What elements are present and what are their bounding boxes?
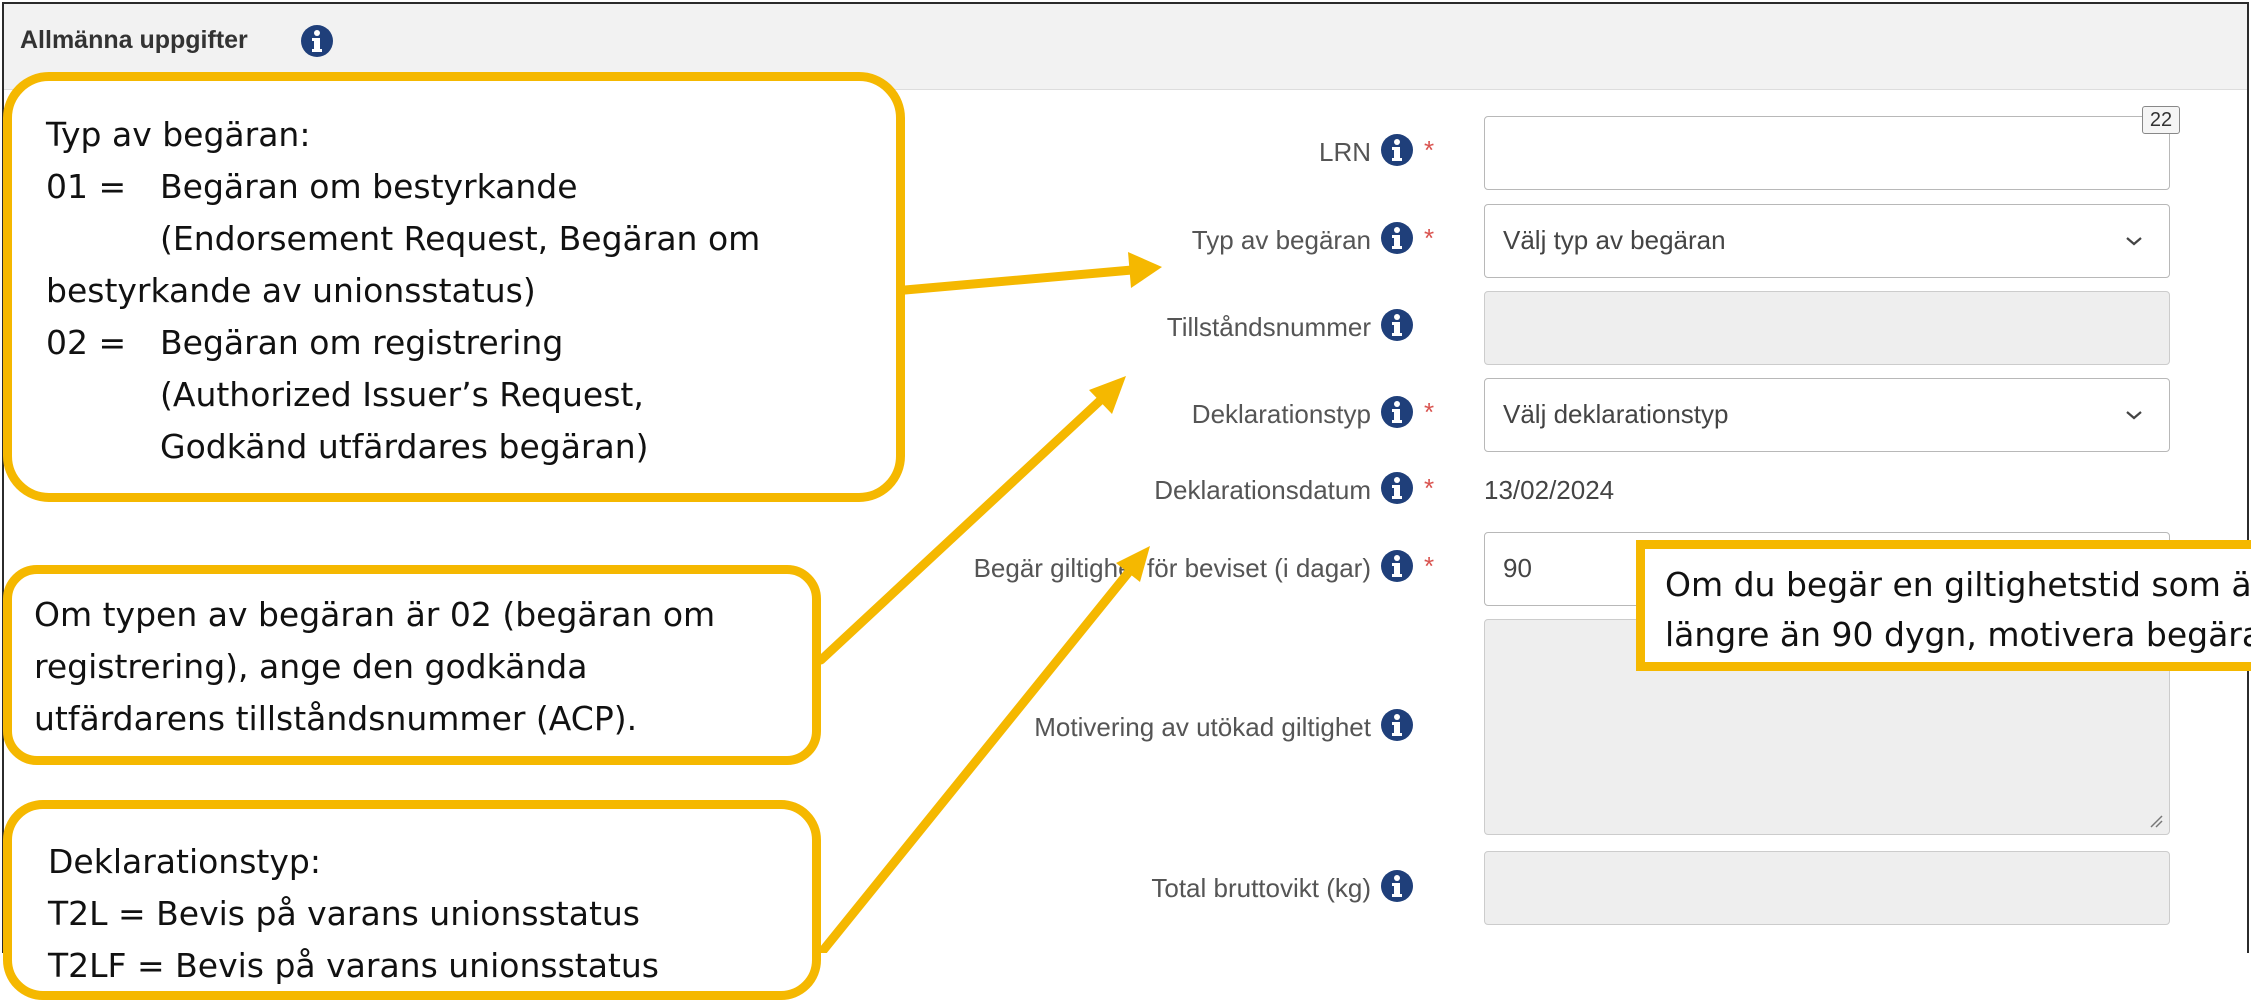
required-marker: *	[1424, 135, 1435, 165]
callout-line: Om typen av begäran är 02 (begäran om	[34, 595, 716, 634]
callout-line: längre än 90 dygn, motivera begära	[1665, 615, 2251, 654]
declaration-date-label: Deklarationsdatum	[1154, 475, 1371, 505]
callout-line: Om du begär en giltighetstid som ä	[1665, 565, 2251, 604]
chevron-down-icon	[2126, 237, 2142, 246]
callout-line: Godkänd utfärdares begäran)	[160, 427, 649, 466]
info-icon[interactable]	[300, 24, 334, 58]
info-icon[interactable]	[1380, 133, 1414, 167]
gross-weight-input[interactable]	[1484, 851, 2170, 925]
callout-line: (Endorsement Request, Begäran om	[160, 219, 761, 258]
callout-line: (Authorized Issuer’s Request,	[160, 375, 644, 414]
validity-days-value: 90	[1503, 553, 1532, 583]
gross-weight-label: Total bruttovikt (kg)	[1151, 873, 1371, 903]
info-icon[interactable]	[1380, 549, 1414, 583]
callout-line: T2L = Bevis på varans unionsstatus	[48, 894, 640, 933]
info-icon[interactable]	[1380, 221, 1414, 255]
permit-number-input[interactable]	[1484, 291, 2170, 365]
callout-line: 01 =	[46, 167, 127, 206]
validity-label: Begär giltighet för beviset (i dagar)	[973, 553, 1371, 583]
info-icon[interactable]	[1380, 308, 1414, 342]
callout-line: Begäran om registrering	[160, 323, 564, 362]
info-icon[interactable]	[1380, 708, 1414, 742]
request-type-select[interactable]: Välj typ av begäran	[1484, 204, 2170, 278]
callout-line: Typ av begäran:	[46, 115, 311, 154]
request-type-selected: Välj typ av begäran	[1503, 225, 1726, 255]
callout-line: 02 =	[46, 323, 127, 362]
request-type-label: Typ av begäran	[1191, 225, 1371, 255]
required-marker: *	[1424, 473, 1435, 503]
callout-line: bestyrkande av unionsstatus)	[46, 271, 536, 310]
lrn-input[interactable]	[1484, 116, 2170, 190]
info-icon[interactable]	[1380, 471, 1414, 505]
callout-permit: Om typen av begäran är 02 (begäran om re…	[3, 565, 821, 765]
info-icon[interactable]	[1380, 869, 1414, 903]
callout-declaration-type: Deklarationstyp: T2L = Bevis på varans u…	[3, 800, 821, 1000]
declaration-date-value: 13/02/2024	[1484, 475, 1615, 505]
callout-line: T2LF = Bevis på varans unionsstatus	[48, 946, 659, 985]
declaration-type-select[interactable]: Välj deklarationstyp	[1484, 378, 2170, 452]
callout-line: utfärdarens tillståndsnummer (ACP).	[34, 699, 638, 738]
callout-request-type: Typ av begäran: 01 = Begäran om bestyrka…	[3, 72, 905, 502]
lrn-label: LRN	[1318, 137, 1371, 167]
motivation-label: Motivering av utökad giltighet	[1034, 712, 1371, 742]
required-marker: *	[1424, 223, 1435, 253]
callout-line: Begäran om bestyrkande	[160, 167, 578, 206]
declaration-type-label: Deklarationstyp	[1191, 399, 1371, 429]
callout-validity: Om du begär en giltighetstid som ä längr…	[1636, 540, 2251, 671]
resize-handle-icon[interactable]	[2147, 812, 2163, 828]
lrn-character-counter: 22	[2142, 106, 2180, 134]
chevron-down-icon	[2126, 411, 2142, 420]
declaration-type-selected: Välj deklarationstyp	[1503, 399, 1729, 429]
section-title: Allmänna uppgifter	[20, 26, 248, 54]
info-icon[interactable]	[1380, 395, 1414, 429]
permit-number-label: Tillståndsnummer	[1166, 312, 1371, 342]
callout-line: registrering), ange den godkända	[34, 647, 588, 686]
callout-line: Deklarationstyp:	[48, 842, 321, 881]
required-marker: *	[1424, 551, 1435, 581]
required-marker: *	[1424, 397, 1435, 427]
